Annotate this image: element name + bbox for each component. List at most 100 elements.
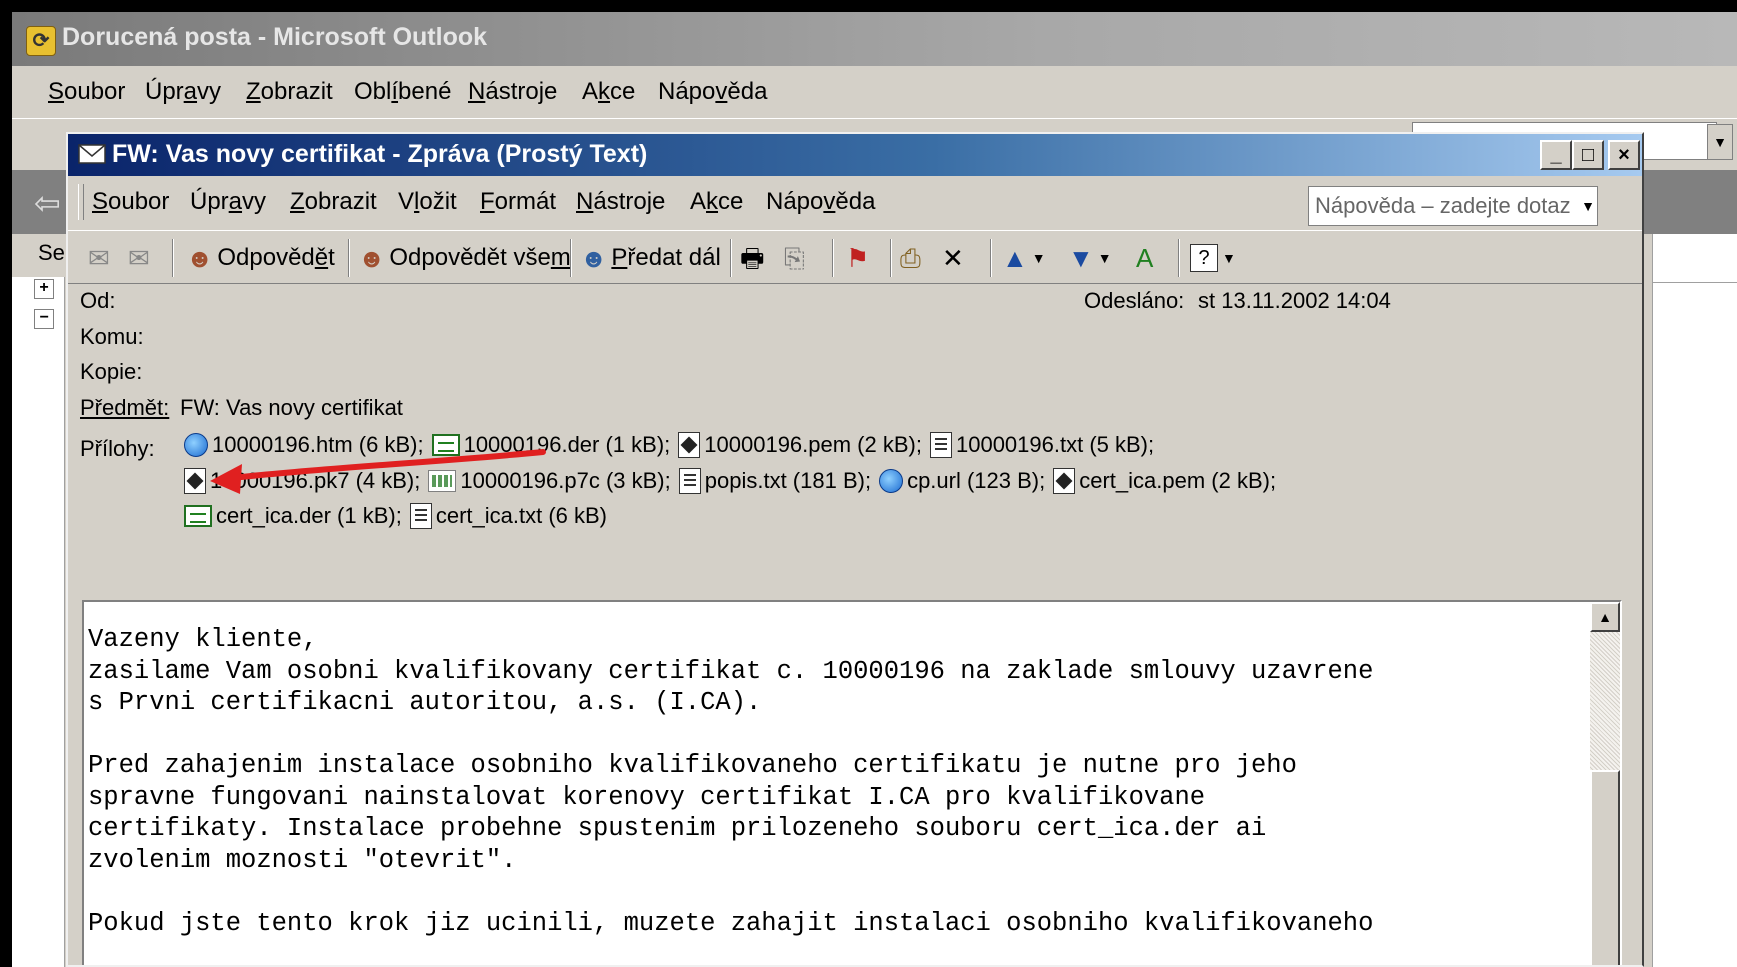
address-book-icon[interactable]: A <box>1136 241 1157 275</box>
attachment-filename: cert_ica.pem (2 kB); <box>1079 468 1277 493</box>
back-arrow-icon[interactable]: ⇦ <box>34 184 61 222</box>
attachment-filename: cert_ica.txt (6 kB) <box>435 503 607 528</box>
attachment-item[interactable]: cert_ica.der (1 kB); <box>184 503 402 529</box>
delete-icon[interactable]: ✕ <box>942 241 968 275</box>
attachment-filename: 10000196.der (1 kB); <box>463 432 671 457</box>
reply-label: Odpovědět <box>217 244 335 271</box>
message-menu-4[interactable]: Formát <box>480 188 556 216</box>
outlook-menu-0[interactable]: Soubor <box>48 78 125 106</box>
reply-all-label: Odpovědět všem <box>389 244 571 271</box>
attachment-item[interactable]: 10000196.txt (5 kB); <box>929 432 1155 458</box>
outlook-menu-1[interactable]: Úpravy <box>145 78 221 106</box>
copy-icon[interactable]: ⎘ <box>784 241 809 275</box>
attachment-filename: 10000196.p7c (3 kB); <box>460 468 671 493</box>
attachments-line: 10000196.pk7 (4 kB); 10000196.p7c (3 kB);… <box>184 468 1284 494</box>
sent-value: st 13.11.2002 14:04 <box>1198 288 1391 313</box>
previous-message-icon[interactable]: ✉ <box>88 241 114 275</box>
pem-file-icon <box>678 432 701 458</box>
attachment-item[interactable]: popis.txt (181 B); <box>678 468 872 494</box>
reply-all-icon: ☻ <box>358 243 386 273</box>
attachments-label: Přílohy: <box>80 436 155 461</box>
message-menu-0[interactable]: Soubor <box>92 188 169 216</box>
attachment-item[interactable]: 10000196.pk7 (4 kB); <box>184 468 420 494</box>
attachment-item[interactable]: cert_ica.pem (2 kB); <box>1053 468 1276 494</box>
from-label: Od: <box>80 288 116 313</box>
close-button[interactable]: × <box>1608 140 1640 170</box>
attachment-item[interactable]: 10000196.htm (6 kB); <box>184 432 424 458</box>
attachment-filename: cert_ica.der (1 kB); <box>216 503 402 528</box>
flag-icon[interactable]: ⚑ <box>846 241 873 275</box>
minimize-button[interactable]: _ <box>1540 140 1572 170</box>
text-file-icon <box>929 432 952 458</box>
sent-label: Odesláno: <box>1084 288 1185 313</box>
attachments-line: 10000196.htm (6 kB); 10000196.der (1 kB);… <box>184 432 1162 458</box>
move-to-folder-icon[interactable]: ⎙ <box>900 241 925 275</box>
outlook-window-title: Dorucená posta - Microsoft Outlook <box>62 23 488 51</box>
subject-value: FW: Vas novy certifikat <box>180 395 403 420</box>
menu-grip <box>78 184 84 220</box>
outlook-menu-4[interactable]: Nástroje <box>468 78 557 106</box>
message-body-pane[interactable]: Vazeny kliente, zasilame Vam osobni kval… <box>82 600 1622 965</box>
outlook-menu-6[interactable]: Nápověda <box>658 78 767 106</box>
attachments-line: cert_ica.der (1 kB); cert_ica.txt (6 kB) <box>184 503 615 529</box>
attachment-filename: 10000196.txt (5 kB); <box>955 432 1155 457</box>
message-list-pane <box>1652 234 1737 967</box>
certificate-icon <box>184 505 212 527</box>
help-dropdown-icon[interactable]: ▼ <box>1578 188 1598 224</box>
message-menu-3[interactable]: Vložit <box>398 188 457 216</box>
message-menu-2[interactable]: Zobrazit <box>290 188 377 216</box>
p7c-file-icon <box>428 470 457 492</box>
reply-all-button[interactable]: ☻ Odpovědět všem <box>358 241 571 275</box>
attachment-item[interactable]: cp.url (123 B); <box>879 468 1045 494</box>
attachment-item[interactable]: 10000196.der (1 kB); <box>431 432 671 458</box>
outlook-find-dropdown[interactable]: ▼ <box>1707 124 1733 160</box>
outlook-title-bar: ⟳ Dorucená posta - Microsoft Outlook <box>12 12 1737 66</box>
forward-button[interactable]: ☻ Předat dál <box>580 241 721 275</box>
message-menu-1[interactable]: Úpravy <box>190 188 266 216</box>
attachment-item[interactable]: 10000196.pem (2 kB); <box>678 432 922 458</box>
text-file-icon <box>409 503 432 529</box>
expand-icon[interactable]: + <box>34 279 54 299</box>
certificate-icon <box>431 434 460 456</box>
message-menu-5[interactable]: Nástroje <box>576 188 665 216</box>
message-window-title: FW: Vas novy certifikat - Zpráva (Prostý… <box>112 140 648 168</box>
outlook-icon: ⟳ <box>26 26 56 56</box>
outlook-menu-5[interactable]: Akce <box>582 78 635 106</box>
folder-list-label: Se <box>38 240 65 265</box>
forward-label: Předat dál <box>611 244 721 271</box>
help-icon[interactable]: ? ▼ <box>1190 241 1236 275</box>
attachment-filename: 10000196.pk7 (4 kB); <box>210 468 421 493</box>
text-file-icon <box>678 468 701 494</box>
attachment-item[interactable]: 10000196.p7c (3 kB); <box>428 468 671 494</box>
message-menu-6[interactable]: Akce <box>690 188 743 216</box>
message-body-text: Vazeny kliente, zasilame Vam osobni kval… <box>88 625 1374 938</box>
maximize-button[interactable]: □ <box>1572 140 1604 170</box>
subject-label: Předmět: <box>80 395 170 420</box>
pem-file-icon <box>184 468 206 494</box>
help-search-input[interactable]: Nápověda – zadejte dotaz <box>1308 186 1598 226</box>
attachment-filename: 10000196.htm (6 kB); <box>212 432 424 457</box>
folder-tree: + − <box>12 277 65 967</box>
reply-icon: ☻ <box>186 243 214 273</box>
scroll-up-icon[interactable]: ▲ <box>1590 602 1620 632</box>
next-item-icon[interactable]: ▼ ▼ <box>1068 241 1112 275</box>
reply-button[interactable]: ☻ Odpovědět <box>186 241 335 275</box>
ie-icon <box>879 469 904 493</box>
outlook-menu-3[interactable]: Oblíbené <box>354 78 451 106</box>
message-menu-7[interactable]: Nápověda <box>766 188 875 216</box>
vertical-scrollbar[interactable]: ▲ <box>1590 602 1620 965</box>
print-icon[interactable]: 🖶 <box>740 241 769 275</box>
attachment-filename: 10000196.pem (2 kB); <box>704 432 922 457</box>
outlook-menu-bar: Soubor Úpravy Zobrazit Oblíbené Nástroje Akce… <box>12 66 1737 118</box>
envelope-icon <box>78 144 106 164</box>
previous-item-icon[interactable]: ▲ ▼ <box>1002 241 1046 275</box>
attachment-item[interactable]: cert_ica.txt (6 kB) <box>409 503 607 529</box>
forward-icon: ☻ <box>580 243 608 273</box>
outlook-menu-2[interactable]: Zobrazit <box>246 78 333 106</box>
collapse-icon[interactable]: − <box>34 309 54 329</box>
attachment-filename: popis.txt (181 B); <box>704 468 872 493</box>
to-label: Komu: <box>80 324 144 349</box>
message-toolbar: ✉ ✉ ☻ Odpovědět ☻ Odpovědět všem ☻ Předa… <box>68 230 1642 284</box>
scroll-thumb[interactable] <box>1590 770 1620 965</box>
next-message-icon[interactable]: ✉ <box>128 241 154 275</box>
